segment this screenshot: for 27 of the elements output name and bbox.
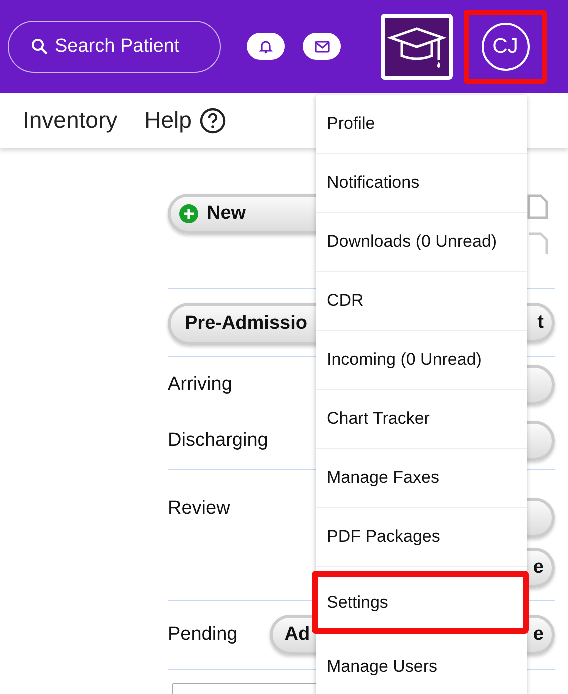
mail-icon bbox=[314, 40, 330, 52]
menu-item[interactable]: Chart Tracker bbox=[316, 390, 527, 449]
nav-link[interactable]: Inventory bbox=[23, 107, 118, 134]
graduation-cap-icon bbox=[385, 18, 449, 76]
messages-button[interactable] bbox=[303, 33, 341, 60]
menu-item[interactable]: Downloads (0 Unread) bbox=[316, 213, 527, 272]
menu-item[interactable]: Manage Users bbox=[316, 638, 527, 694]
menu-item[interactable]: CDR bbox=[316, 272, 527, 331]
menu-item[interactable]: Incoming (0 Unread) bbox=[316, 331, 527, 390]
section-label: Review bbox=[168, 498, 230, 520]
section-label: Discharging bbox=[168, 430, 268, 452]
search-icon bbox=[31, 38, 49, 56]
search-patient-button[interactable]: Search Patient bbox=[8, 20, 221, 72]
bell-icon bbox=[259, 40, 273, 54]
help-icon[interactable] bbox=[200, 108, 226, 134]
section-label: Pending bbox=[168, 624, 238, 646]
section-label: Arriving bbox=[168, 374, 232, 396]
user-avatar[interactable]: CJ bbox=[482, 22, 530, 70]
graduation-cap-logo[interactable] bbox=[381, 14, 453, 80]
menu-item[interactable]: PDF Packages bbox=[316, 508, 527, 567]
menu-item[interactable]: Notifications bbox=[316, 154, 527, 213]
menu-item[interactable]: Profile bbox=[316, 95, 527, 154]
plus-icon bbox=[179, 204, 199, 224]
nav-link[interactable]: Help bbox=[144, 107, 192, 134]
notifications-button[interactable] bbox=[247, 33, 285, 60]
menu-item[interactable]: Settings bbox=[312, 571, 529, 634]
menu-item[interactable]: Manage Faxes bbox=[316, 449, 527, 508]
